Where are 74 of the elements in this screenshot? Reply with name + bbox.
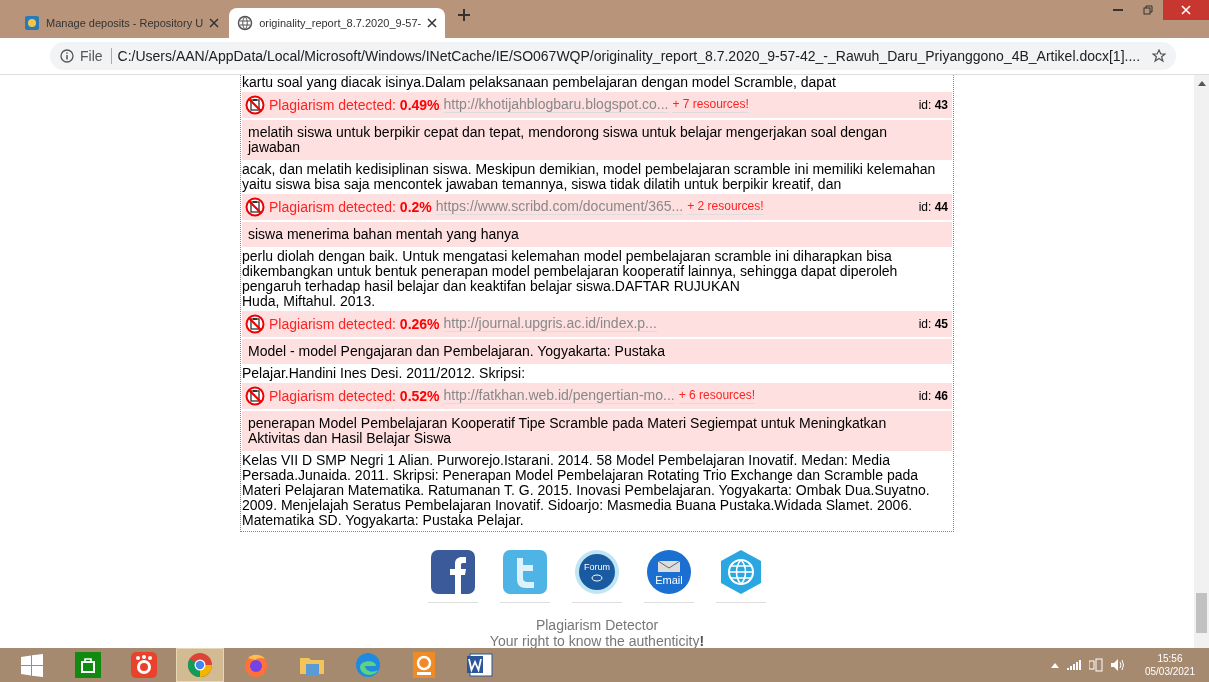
match-percent: 0.52% bbox=[399, 388, 440, 404]
address-bar[interactable]: File C:/Users/AAN/AppData/Local/Microsoft/Windows/INetCache/IE/SO067WQP/originality_report_8.7.2020_9-57-42_-_Rawuh_Daru_Priyanggono_4B_Artikel.docx[1].... bbox=[50, 42, 1177, 70]
no-copy-icon bbox=[245, 95, 265, 115]
star-icon[interactable] bbox=[1152, 49, 1167, 63]
resources-link[interactable]: + 6 resources! bbox=[678, 388, 756, 404]
network-icon[interactable] bbox=[1088, 658, 1103, 672]
scroll-thumb[interactable] bbox=[1196, 593, 1207, 633]
url-text: C:/Users/AAN/AppData/Local/Microsoft/Windows/INetCache/IE/SO067WQP/originality_report_8.7.2020_9-57-42_-_Rawuh_Daru_Priyanggono_4B_Artikel.docx[1].... bbox=[117, 48, 1141, 64]
minimize-icon bbox=[1113, 9, 1123, 11]
clock-date: 05/03/2021 bbox=[1144, 665, 1195, 678]
matched-text: penerapan Model Pembelajaran Kooperatif Tipe Scramble pada Materi Segiempat untuk Meningkatkan Aktivitas dan Hasil Belajar Siswa bbox=[242, 411, 952, 451]
report-text: perlu diolah dengan baik. Untuk mengatasi kelemahan model pembelajaran scramble ini diharapkan bisa dikembangkan untuk bentuk penerapan model pembelajaran kooperatif lainnya, sehingga dapat diperoleh pengaruh terhadap hasil belajar dan keaktifan belajar siswa.DAFTAR RUJUKAN Huda, Miftahul. 2013. bbox=[242, 249, 899, 309]
scheme-label: File bbox=[80, 48, 112, 64]
volume-icon[interactable] bbox=[1110, 659, 1125, 671]
no-copy-icon bbox=[245, 314, 265, 334]
site-icon bbox=[24, 15, 40, 31]
chrome-icon bbox=[187, 652, 213, 678]
facebook-icon[interactable] bbox=[429, 548, 477, 596]
info-icon bbox=[60, 49, 74, 63]
report-text: acak, dan melatih kedisiplinan siswa. Meskipun demikian, model pembelajaran scramble ini memiliki kelemahan yaitu siswa bisa saja mencontek jawaban temannya, siswa tidak dilatih untuk berpikir kreatif, dan bbox=[242, 162, 937, 192]
report-text: Kelas VII D SMP Negri 1 Alian. Purworejo.Istarani. 2014. 58 Model Pembelajaran Inovatif. Medan: Media Persada.Junaida. 2011. Skripsi: Penerapan Model Pembelajaran Rotating Trio Exchange dan Scramble pada Materi Pelajaran Matematika. Ratumanan T. G. 2015. Inovasi Pembelajaran. Yogyakarta: Ombak Dua.Suyatno. 2009. Menjelajah Seratus Pembelajaran Inovatif. Sidoarjo: Masmedia Buana Pustaka.Widada Slamet. 2006. Matematika SD. Yogyakarta: Pustaka Pelajar. bbox=[242, 453, 931, 528]
report-text: kartu soal yang diacak isinya.Dalam pelaksanaan pembelajaran dengan model Scramble, dapat bbox=[242, 75, 837, 90]
match-label: Plagiarism detected: bbox=[269, 97, 396, 113]
match-label: Plagiarism detected: bbox=[269, 388, 396, 404]
match-id: id: 44 bbox=[918, 199, 948, 215]
match-label: Plagiarism detected: bbox=[269, 316, 396, 332]
match-percent: 0.2% bbox=[399, 199, 432, 215]
no-copy-icon bbox=[245, 197, 265, 217]
signal-icon[interactable] bbox=[1066, 660, 1081, 670]
matched-text: melatih siswa untuk berpikir cepat dan tepat, mendorong siswa untuk belajar mengerjakan soal dengan jawaban bbox=[242, 120, 952, 160]
scrollbar[interactable] bbox=[1194, 75, 1209, 648]
chevron-up-icon[interactable] bbox=[1050, 662, 1059, 668]
edge-icon bbox=[355, 652, 381, 678]
resources-link[interactable]: + 2 resources! bbox=[687, 199, 764, 215]
clock-time: 15:56 bbox=[1157, 652, 1183, 665]
taskbar-app[interactable] bbox=[176, 648, 224, 682]
close-icon bbox=[1181, 5, 1191, 15]
pdf-app-icon bbox=[411, 652, 437, 678]
close-button[interactable] bbox=[1163, 0, 1209, 20]
camera-app-icon bbox=[131, 652, 157, 678]
report-text: Pelajar.Handini Ines Desi. 2011/2012. Skripsi: bbox=[242, 366, 526, 381]
forum-icon[interactable]: Forum bbox=[573, 548, 621, 596]
clock[interactable]: 15:56 05/03/2021 bbox=[1144, 652, 1195, 678]
footer-title: Plagiarism Detector bbox=[535, 617, 659, 633]
email-icon[interactable]: Email bbox=[645, 548, 693, 596]
match-percent: 0.49% bbox=[399, 97, 440, 113]
source-link[interactable]: http://fatkhan.web.id/pengertian-mo... bbox=[443, 388, 675, 404]
match-label: Plagiarism detected: bbox=[269, 199, 396, 215]
close-icon[interactable] bbox=[427, 18, 438, 28]
matched-text: Model - model Pengajaran dan Pembelajaran. Yogyakarta: Pustaka bbox=[242, 339, 952, 364]
match-id: id: 46 bbox=[918, 388, 948, 404]
scroll-up-icon[interactable] bbox=[1197, 79, 1206, 86]
browser-tab[interactable]: Manage deposits - Repository U bbox=[16, 8, 228, 38]
new-tab-icon[interactable] bbox=[457, 8, 472, 22]
source-link[interactable]: http://journal.upgris.ac.id/index.p... bbox=[443, 316, 657, 332]
source-link[interactable]: http://khotijahblogbaru.blogspot.co... bbox=[443, 97, 669, 113]
word-icon bbox=[467, 652, 493, 678]
matched-text: siswa menerima bahan mentah yang hanya bbox=[242, 222, 952, 247]
restore-icon bbox=[1143, 5, 1153, 15]
firefox-icon bbox=[243, 652, 269, 678]
match-id: id: 43 bbox=[918, 97, 948, 113]
no-copy-icon bbox=[245, 386, 265, 406]
globe-icon bbox=[237, 15, 254, 31]
match-id: id: 45 bbox=[918, 316, 948, 332]
source-link[interactable]: https://www.scribd.com/document/365... bbox=[435, 199, 684, 215]
tab-title: Manage deposits - Repository U bbox=[46, 17, 204, 29]
store-icon bbox=[75, 652, 101, 678]
windows-icon bbox=[19, 652, 45, 678]
twitter-icon[interactable] bbox=[501, 548, 549, 596]
browser-tab[interactable]: originality_report_8.7.2020_9-57- bbox=[229, 8, 446, 38]
tab-title: originality_report_8.7.2020_9-57- bbox=[259, 17, 422, 29]
resources-link[interactable]: + 7 resources! bbox=[672, 97, 749, 113]
footer-tagline: Your right to know the authenticity! bbox=[489, 633, 705, 648]
match-percent: 0.26% bbox=[399, 316, 440, 332]
